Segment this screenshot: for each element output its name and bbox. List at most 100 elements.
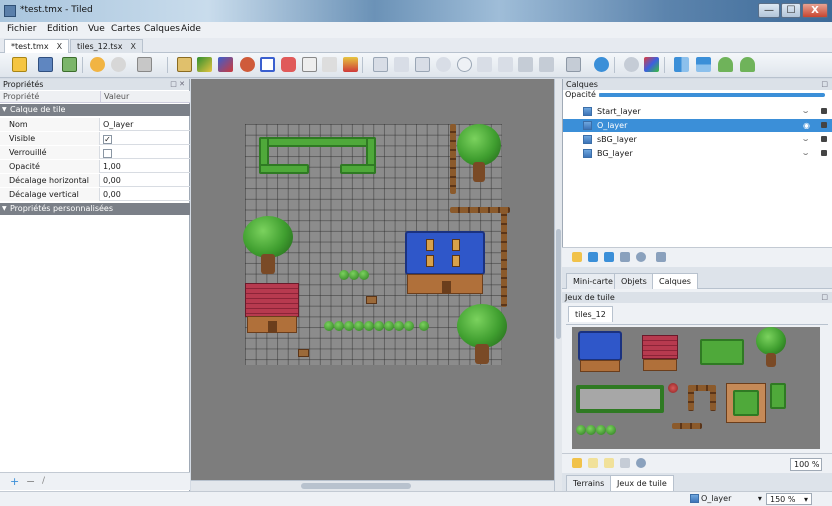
- insert-polyline2-icon[interactable]: [498, 57, 513, 72]
- tileset-tile[interactable]: [580, 360, 620, 372]
- minimize-button[interactable]: —: [758, 3, 780, 18]
- lock-icon[interactable]: [821, 150, 827, 156]
- undock-icon[interactable]: □: [821, 79, 828, 90]
- select-same-tile-icon[interactable]: [302, 57, 317, 72]
- layer-row-start[interactable]: Start_layer ⌣: [563, 105, 832, 118]
- visibility-icon[interactable]: ⌣: [803, 133, 808, 146]
- tileset-tile[interactable]: [700, 339, 744, 365]
- tileset-tile[interactable]: [770, 383, 786, 409]
- magic-wand-icon[interactable]: [281, 57, 296, 72]
- tileset-tile[interactable]: [643, 359, 677, 371]
- tab-minimap[interactable]: Mini-carte: [566, 273, 620, 289]
- visibility-icon[interactable]: ⌣: [803, 147, 808, 160]
- tab-tilesets[interactable]: Jeux de tuile: [610, 475, 674, 491]
- tab-test-tmx[interactable]: *test.tmx X: [4, 39, 70, 53]
- layer-row-sbg[interactable]: sBG_layer ⌣: [563, 133, 832, 146]
- rotate-left-icon[interactable]: [718, 57, 733, 72]
- raise-layer-icon[interactable]: [588, 252, 598, 262]
- new-map-icon[interactable]: [12, 57, 27, 72]
- tileset-tile[interactable]: [668, 383, 678, 393]
- tileset-tile[interactable]: [710, 385, 716, 411]
- flip-horizontal-icon[interactable]: [674, 57, 689, 72]
- open-icon[interactable]: [38, 57, 53, 72]
- text-abc-icon[interactable]: [566, 57, 581, 72]
- opacity-slider[interactable]: [599, 93, 825, 97]
- rect-select-icon[interactable]: [260, 57, 275, 72]
- tileset-view[interactable]: [572, 327, 820, 449]
- undock-icon[interactable]: □: [821, 292, 828, 303]
- tileset-tile[interactable]: [576, 425, 586, 435]
- scroll-thumb[interactable]: [301, 483, 411, 489]
- import-tileset-icon[interactable]: [588, 458, 598, 468]
- world-tool-icon[interactable]: [594, 57, 609, 72]
- tab-terrains[interactable]: Terrains: [566, 475, 612, 491]
- save-icon[interactable]: [62, 57, 77, 72]
- bucket-fill-icon[interactable]: [218, 57, 233, 72]
- layer-row-bg[interactable]: BG_layer ⌣: [563, 147, 832, 160]
- lock-icon[interactable]: [821, 122, 827, 128]
- vertical-scrollbar[interactable]: [554, 79, 562, 491]
- prop-row-opacity[interactable]: Opacité 1,00: [0, 160, 190, 173]
- horizontal-scrollbar[interactable]: [191, 480, 554, 491]
- wangtile-icon[interactable]: [644, 57, 659, 72]
- layer-row-o[interactable]: O_layer ◉: [563, 119, 832, 132]
- close-tab-icon[interactable]: X: [57, 42, 62, 51]
- insert-text-icon[interactable]: [539, 57, 554, 72]
- lower-layer-icon[interactable]: [604, 252, 614, 262]
- menu-edition[interactable]: Edition: [47, 24, 78, 34]
- title-bar[interactable]: *test.tmx - Tiled — ☐ X: [0, 0, 832, 22]
- group-tile-layer[interactable]: ▼ Calque de tile: [0, 104, 190, 116]
- tab-layers[interactable]: Calques: [652, 273, 698, 289]
- insert-tile-icon[interactable]: [415, 57, 430, 72]
- eraser-icon[interactable]: [240, 57, 255, 72]
- terrain-brush-icon[interactable]: [197, 57, 212, 72]
- select-objects-icon[interactable]: [322, 57, 337, 72]
- tileset-tile[interactable]: [576, 385, 664, 413]
- group-custom-properties[interactable]: ▼ Propriétés personnalisées: [0, 203, 190, 215]
- remove-property-icon[interactable]: −: [26, 475, 35, 488]
- tileset-tile[interactable]: [642, 335, 678, 359]
- map-grid[interactable]: [243, 124, 510, 365]
- prop-row-name[interactable]: Nom O_layer: [0, 118, 190, 131]
- delete-layer-icon[interactable]: [636, 252, 646, 262]
- edit-tileset-icon[interactable]: [620, 458, 630, 468]
- maximize-button[interactable]: ☐: [781, 3, 801, 18]
- edit-polygons-icon[interactable]: [343, 57, 358, 72]
- insert-polygon-icon[interactable]: [477, 57, 492, 72]
- duplicate-layer-icon[interactable]: [620, 252, 630, 262]
- tileset-tile[interactable]: [726, 383, 766, 423]
- tab-objects[interactable]: Objets: [614, 273, 654, 289]
- tileset-tile[interactable]: [672, 423, 702, 429]
- insert-polyline-icon[interactable]: [394, 57, 409, 72]
- prop-row-locked[interactable]: Verrouillé: [0, 146, 190, 159]
- rename-property-icon[interactable]: /: [42, 476, 45, 486]
- tileset-tile[interactable]: [756, 327, 786, 373]
- export-tileset-icon[interactable]: [604, 458, 614, 468]
- insert-point-icon[interactable]: [436, 57, 451, 72]
- lock-icon[interactable]: [821, 136, 827, 142]
- undock-icon[interactable]: □ ✕: [170, 79, 185, 90]
- visibility-icon[interactable]: ◉: [803, 119, 810, 132]
- prop-row-visible[interactable]: Visible ✓: [0, 132, 190, 145]
- tileset-tile[interactable]: [578, 331, 622, 361]
- prop-value-offset-y[interactable]: 0,00: [103, 188, 121, 201]
- redo-icon[interactable]: [111, 57, 126, 72]
- random-mode-icon[interactable]: [624, 57, 639, 72]
- tab-tiles-12[interactable]: tiles_12.tsx X: [70, 39, 143, 53]
- new-layer-icon[interactable]: [572, 252, 582, 262]
- visibility-icon[interactable]: ⌣: [803, 105, 808, 118]
- flip-vertical-icon[interactable]: [696, 57, 711, 72]
- rotate-right-icon[interactable]: [740, 57, 755, 72]
- menu-cartes[interactable]: Cartes: [111, 24, 140, 34]
- tileset-tile[interactable]: [596, 425, 606, 435]
- command-icon[interactable]: [137, 57, 152, 72]
- locked-checkbox[interactable]: [103, 149, 112, 158]
- undo-icon[interactable]: [90, 57, 105, 72]
- add-property-icon[interactable]: +: [10, 475, 19, 488]
- tileset-tile[interactable]: [606, 425, 616, 435]
- current-layer-selector[interactable]: O_layer ▾: [690, 494, 762, 503]
- tileset-tile[interactable]: [688, 385, 694, 411]
- insert-rect-icon[interactable]: [373, 57, 388, 72]
- insert-ellipse-icon[interactable]: [457, 57, 472, 72]
- tileset-zoom[interactable]: 100 %: [790, 458, 822, 471]
